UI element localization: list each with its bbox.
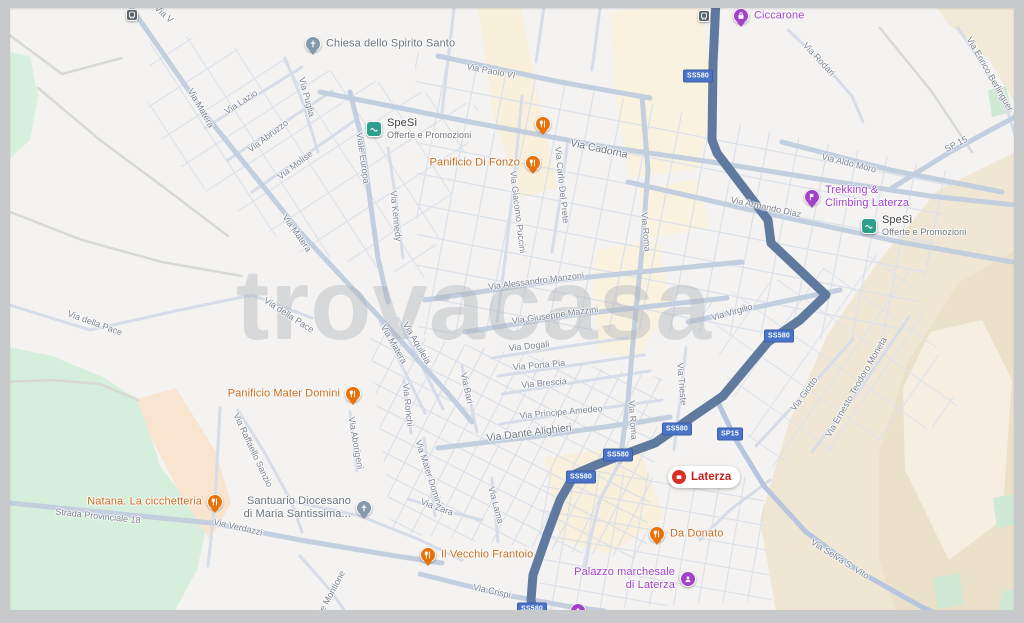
poi-label: Laterza <box>691 471 731 483</box>
poi-label: Natana. La cicchetteria <box>87 496 202 509</box>
map-canvas[interactable]: trovacasa Via VVia MateraVia LazioVia Pu… <box>0 0 1024 623</box>
restaurant-pin-icon <box>525 155 541 171</box>
shopping-pin-icon <box>733 8 749 24</box>
town-marker-icon <box>672 470 686 484</box>
poi-label: Trekking &Climbing Laterza <box>825 184 909 210</box>
town-marker-card: Laterza <box>668 466 740 488</box>
trekking-pin-icon <box>804 189 820 205</box>
poi-label: Da Donato <box>670 528 724 541</box>
transit-station-icon <box>126 9 138 21</box>
poi-label: Palazzo marchesaledi Laterza <box>574 566 675 592</box>
poi-layer: Chiesa dello Spirito Santo SpeSìOfferte e… <box>0 0 1024 623</box>
spesi-store-icon <box>861 218 877 234</box>
person-poi-icon <box>570 603 586 619</box>
spesi-store-icon <box>366 121 382 137</box>
restaurant-pin-icon <box>420 547 436 563</box>
restaurant-pin-icon <box>207 494 223 510</box>
church-pin-icon <box>356 500 372 516</box>
poi-label: Ciccarone <box>754 10 804 23</box>
poi-label: SpeSìOfferte e Promozioni <box>882 214 966 238</box>
restaurant-pin-icon <box>535 116 551 132</box>
poi-label: Panificio Mater Domini <box>228 388 340 401</box>
poi-label: Santuario Diocesanodi Maria Santissima..… <box>244 495 351 521</box>
church-pin-icon <box>305 36 321 52</box>
poi-label: Panificio Di Fonzo <box>430 157 520 170</box>
person-poi-icon <box>680 571 696 587</box>
transit-station-icon <box>698 10 710 22</box>
poi-label: SpeSìOfferte e Promozioni <box>387 117 471 141</box>
poi-label: Chiesa dello Spirito Santo <box>326 38 455 51</box>
restaurant-pin-icon <box>345 386 361 402</box>
poi-label: Il Vecchio Frantoio <box>441 549 533 562</box>
restaurant-pin-icon <box>649 526 665 542</box>
